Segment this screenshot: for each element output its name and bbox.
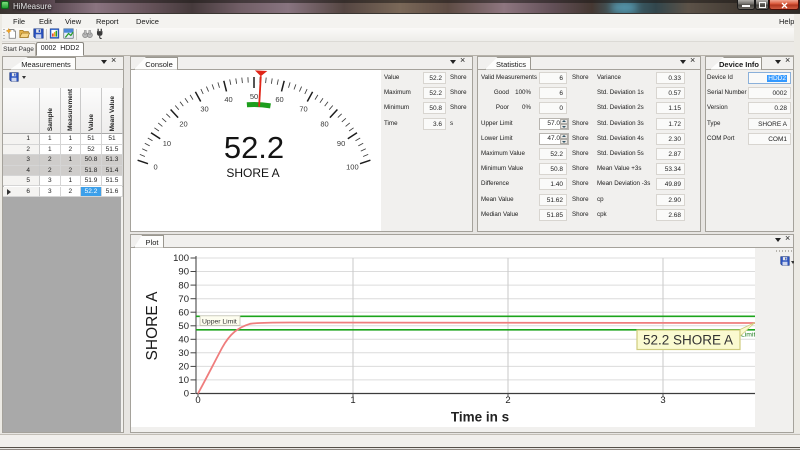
svg-text:10: 10 — [178, 375, 189, 386]
svg-text:0: 0 — [195, 395, 200, 406]
svg-text:50: 50 — [250, 92, 258, 101]
svg-text:100: 100 — [346, 162, 359, 171]
svg-text:Time in s: Time in s — [451, 410, 509, 425]
svg-text:Upper Limit: Upper Limit — [202, 318, 237, 325]
svg-text:90: 90 — [178, 267, 189, 278]
svg-text:0: 0 — [184, 389, 189, 400]
svg-text:52.2 SHORE A: 52.2 SHORE A — [643, 333, 733, 348]
svg-text:30: 30 — [200, 105, 208, 114]
svg-text:30: 30 — [178, 348, 189, 359]
svg-text:1: 1 — [350, 395, 355, 406]
svg-text:70: 70 — [299, 105, 307, 114]
svg-text:2: 2 — [505, 395, 510, 406]
svg-text:50: 50 — [178, 321, 189, 332]
svg-text:80: 80 — [178, 280, 189, 291]
svg-text:SHORE A: SHORE A — [144, 291, 161, 361]
svg-text:70: 70 — [178, 294, 189, 305]
svg-text:0: 0 — [154, 162, 158, 171]
svg-text:60: 60 — [275, 95, 283, 104]
svg-text:20: 20 — [179, 120, 187, 129]
svg-text:40: 40 — [178, 335, 189, 346]
svg-text:60: 60 — [178, 307, 189, 318]
svg-text:20: 20 — [178, 362, 189, 373]
svg-text:10: 10 — [163, 139, 171, 148]
svg-text:80: 80 — [320, 120, 328, 129]
svg-text:100: 100 — [173, 253, 189, 264]
svg-text:90: 90 — [337, 139, 345, 148]
svg-text:SHORE A: SHORE A — [226, 166, 279, 180]
svg-text:3: 3 — [660, 395, 665, 406]
svg-text:52.2: 52.2 — [224, 130, 284, 165]
svg-text:40: 40 — [224, 95, 232, 104]
